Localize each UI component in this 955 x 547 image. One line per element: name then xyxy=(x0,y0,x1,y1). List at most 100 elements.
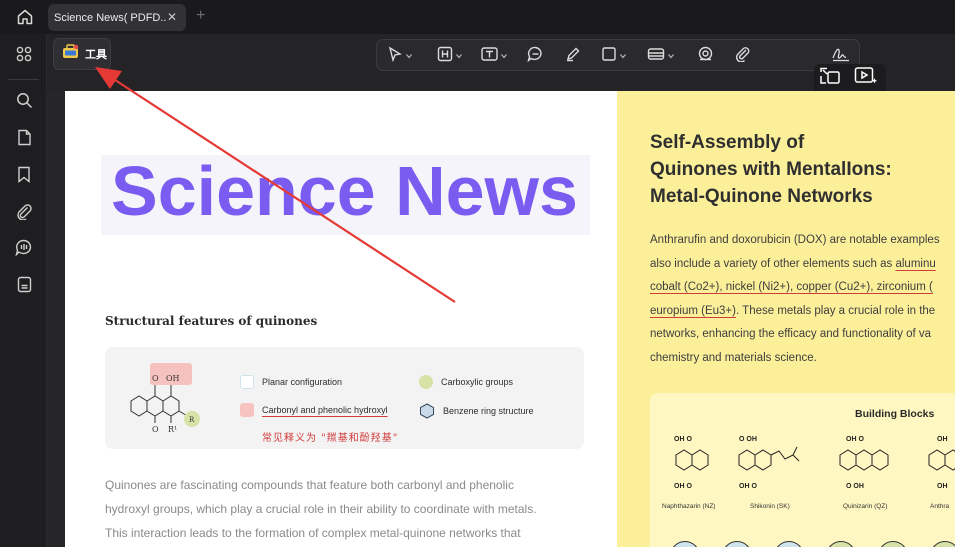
annotation-tool-strip xyxy=(376,39,860,71)
legend-label: Benzene ring structure xyxy=(443,406,534,416)
paragraph-line: hydroxyl groups, which play a crucial ro… xyxy=(105,502,537,516)
highlight-tool[interactable] xyxy=(437,46,462,66)
metal-ion-circle xyxy=(722,541,752,547)
underlined-text: cobalt (Co2+), nickel (Ni2+), copper (Cu… xyxy=(650,281,933,293)
toolbar: 工具 xyxy=(47,34,955,94)
highlight-h-icon xyxy=(437,46,453,67)
signature-tool[interactable] xyxy=(832,46,850,66)
hexagon-icon xyxy=(420,403,434,419)
body-line: europium (Eu3+). These metals play a cru… xyxy=(650,300,955,324)
legend-label: Carbonyl and phenolic hydroxyl xyxy=(262,405,388,415)
molecule-label-r1: R¹ xyxy=(168,425,177,434)
heading-line: Quinones with MentalIons: xyxy=(650,159,892,180)
pdf-page-right: Self-Assembly of Quinones with MentalIon… xyxy=(617,91,955,547)
metal-ion-circle xyxy=(878,541,908,547)
toolbox-icon xyxy=(62,44,79,64)
chevron-down-icon xyxy=(456,54,462,59)
tools-label: 工具 xyxy=(85,49,107,61)
mol-bottom-label: OH O xyxy=(674,483,692,490)
metal-ion-circle xyxy=(826,541,856,547)
cursor-arrow-icon xyxy=(387,46,403,67)
select-tool[interactable] xyxy=(387,46,412,66)
pages-icon[interactable] xyxy=(14,127,34,147)
mol-top-label: OH xyxy=(937,436,948,443)
tab-title: Science News( PDFD... xyxy=(54,11,166,24)
quinone-features-card: O OH O R¹ R Planar configuration Carboxy… xyxy=(105,347,584,449)
molecule-name: Shikonin (SK) xyxy=(750,503,790,510)
attach-file-tool[interactable] xyxy=(735,46,751,66)
document-tab[interactable]: Science News( PDFD... ✕ xyxy=(48,4,186,31)
chevron-down-icon xyxy=(620,54,626,59)
legend-swatch xyxy=(240,375,254,389)
screen-switch-button[interactable] xyxy=(818,67,842,89)
molecule-label-r: R xyxy=(189,416,195,424)
search-icon[interactable] xyxy=(14,90,34,110)
heading-line: Self-Assembly of xyxy=(650,132,805,153)
sticker-tool[interactable] xyxy=(697,46,714,66)
floating-view-buttons xyxy=(814,64,886,94)
heading-line: Metal-Quinone Networks xyxy=(650,186,873,207)
text-box-icon xyxy=(481,46,498,67)
attachment-icon[interactable] xyxy=(14,201,34,221)
paragraph-line: This interaction leads to the formation … xyxy=(105,526,521,540)
anthraquinone-structure-image: O OH O R¹ R xyxy=(130,363,200,434)
play-sparkle-icon xyxy=(854,66,878,91)
bookmark-icon[interactable] xyxy=(14,164,34,184)
body-line: Anthrarufin and doxorubicin (DOX) are no… xyxy=(650,229,955,253)
close-tab-icon[interactable]: ✕ xyxy=(165,10,179,24)
quinizarin-structure-image: OH O O OH xyxy=(839,436,889,490)
sidebar-divider xyxy=(8,79,39,80)
section-heading: Structural features of quinones xyxy=(105,314,318,328)
mol-bottom-label: O OH xyxy=(846,483,864,490)
molecule-name: Anthra xyxy=(930,503,950,510)
mol-top-label: O OH xyxy=(739,436,757,443)
legend-carboxylic: Carboxylic groups xyxy=(419,375,513,389)
legend-label: Carboxylic groups xyxy=(441,377,514,387)
document-scan-icon[interactable] xyxy=(14,274,34,294)
handwritten-annotation: 常见释义为 "羰基和酚羟基" xyxy=(262,433,399,444)
swap-screen-icon xyxy=(819,66,841,91)
legend-carbonyl: Carbonyl and phenolic hydroxyl xyxy=(240,403,388,417)
pencil-tool[interactable] xyxy=(565,46,581,66)
chevron-down-icon xyxy=(668,54,674,59)
home-icon[interactable] xyxy=(13,6,37,28)
body-line: also include a variety of other elements… xyxy=(650,253,955,277)
document-canvas[interactable]: Science News Structural features of quin… xyxy=(47,91,955,547)
metal-ion-circle xyxy=(774,541,804,547)
article-heading: Self-Assembly of Quinones with MentalIon… xyxy=(650,129,950,210)
chevron-down-icon xyxy=(501,54,507,59)
underlined-text: europium (Eu3+) xyxy=(650,304,736,317)
text-box-tool[interactable] xyxy=(481,46,507,66)
molecule-name: Naphthazarin (NZ) xyxy=(662,503,716,510)
body-line: chemistry and materials science. xyxy=(650,347,955,371)
shikonin-structure-image: O OH OH O xyxy=(738,436,800,490)
molecule-name: Quinizarin (QZ) xyxy=(843,503,888,510)
tab-bar: Science News( PDFD... ✕ + xyxy=(0,0,955,34)
building-blocks-title: Building Blocks xyxy=(855,408,935,420)
thumbnails-grid-icon[interactable] xyxy=(14,44,34,64)
left-sidebar xyxy=(0,34,47,547)
page-title: Science News xyxy=(111,152,578,230)
stamp-tool[interactable] xyxy=(647,46,674,66)
molecule-label-o-bottom: O xyxy=(152,425,159,434)
underlined-text: aluminu xyxy=(895,257,936,270)
comment-bubble-icon xyxy=(527,46,544,67)
shape-tool[interactable] xyxy=(601,46,626,66)
tools-button[interactable]: 工具 xyxy=(53,38,111,70)
ai-present-button[interactable] xyxy=(854,66,878,91)
comment-tool[interactable] xyxy=(527,46,544,66)
comments-icon[interactable] xyxy=(14,237,34,257)
intro-paragraph: Quinones are fascinating compounds that … xyxy=(105,473,575,545)
rectangle-icon xyxy=(601,46,617,67)
stamp-icon xyxy=(647,46,665,67)
body-line: networks, enhancing the efficacy and fun… xyxy=(650,323,955,347)
molecule-label-oh: OH xyxy=(166,374,180,383)
anthra-structure-image: OH OH xyxy=(928,436,955,490)
molecule-label-o: O xyxy=(152,374,159,383)
new-tab-button[interactable]: + xyxy=(196,8,205,24)
body-text: networks, enhancing the efficacy and fun… xyxy=(650,328,932,340)
legend-benzene: Benzene ring structure xyxy=(419,403,534,419)
chevron-down-icon xyxy=(406,54,412,59)
body-text: also include a variety of other elements… xyxy=(650,257,896,270)
article-body: Anthrarufin and doxorubicin (DOX) are no… xyxy=(650,229,955,370)
